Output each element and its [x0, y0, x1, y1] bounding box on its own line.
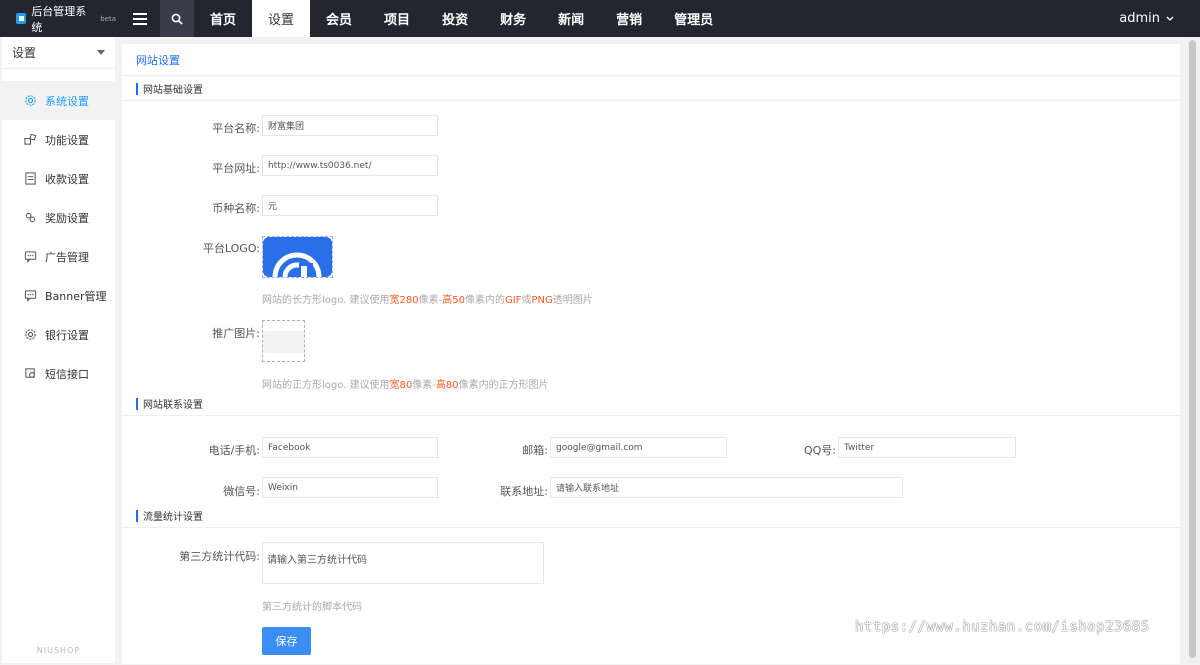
- sidebar-footer-logo: NIUSHOP: [36, 646, 81, 655]
- sidebar-item-label: 系统设置: [45, 94, 89, 108]
- promo-image-label: 推广图片:: [212, 327, 260, 340]
- scrollbar-thumb[interactable]: [1189, 40, 1196, 658]
- user-name: admin: [1119, 11, 1160, 26]
- sidebar-item-label: 功能设置: [45, 133, 89, 147]
- save-button[interactable]: 保存: [262, 627, 311, 655]
- logo-hint: 网站的长方形logo. 建议使用宽280像素-高50像素内的GIF或PNG透明图…: [262, 295, 593, 306]
- sidebar-item-system-settings[interactable]: 系统设置: [2, 81, 115, 120]
- user-menu[interactable]: admin: [1119, 0, 1200, 37]
- function-icon: [24, 133, 37, 145]
- gear-icon: [25, 329, 36, 340]
- vertical-scrollbar[interactable]: [1187, 37, 1198, 663]
- address-label: 联系地址:: [500, 485, 548, 498]
- wechat-input[interactable]: Weixin: [262, 477, 438, 498]
- gear-icon: [25, 95, 36, 106]
- nav-admins[interactable]: 管理员: [658, 0, 729, 37]
- nav-finance[interactable]: 财务: [484, 0, 542, 37]
- nav-news[interactable]: 新闻: [542, 0, 600, 37]
- section-title-stats: 流量统计设置: [122, 504, 1180, 528]
- platform-name-input[interactable]: 财富集团: [262, 115, 438, 136]
- main-content: 网站设置 网站基础设置 平台名称: 财富集团 平台网址: http://www.…: [122, 44, 1180, 664]
- nav-home[interactable]: 首页: [194, 0, 252, 37]
- platform-url-input[interactable]: http://www.ts0036.net/: [262, 155, 438, 176]
- search-icon[interactable]: [160, 0, 194, 37]
- document-icon: [25, 172, 36, 185]
- platform-logo-image: [263, 237, 332, 278]
- stats-code-textarea[interactable]: 请输入第三方统计代码: [262, 542, 544, 584]
- top-navbar: 后台管理系统 beta 首页 设置 会员 项目 投资 财务 新闻 营销 管理员 …: [0, 0, 1200, 37]
- promo-image-placeholder: [263, 331, 304, 353]
- promo-hint: 网站的正方形logo. 建议使用宽80像素-高80像素内的正方形图片: [262, 380, 549, 391]
- platform-logo-label: 平台LOGO:: [202, 242, 260, 255]
- qq-label: QQ号:: [803, 444, 836, 457]
- sidebar-item-function-settings[interactable]: 功能设置: [2, 120, 115, 159]
- wechat-label: 微信号:: [223, 485, 260, 498]
- nav-investment[interactable]: 投资: [426, 0, 484, 37]
- watermark-text: https://www.huzhan.com/ishop23685: [855, 619, 1150, 635]
- reward-icon: [25, 212, 36, 223]
- promo-image-upload[interactable]: [262, 320, 305, 362]
- section-title-basic: 网站基础设置: [122, 77, 1180, 101]
- sidebar-item-label: 银行设置: [45, 328, 89, 342]
- message-icon: [24, 290, 37, 302]
- email-input[interactable]: google@gmail.com: [550, 437, 727, 458]
- sidebar-item-label: Banner管理: [45, 289, 107, 303]
- email-label: 邮箱:: [522, 444, 548, 457]
- sidebar-header-label: 设置: [12, 46, 37, 60]
- sidebar-item-label: 奖励设置: [45, 211, 89, 225]
- caret-down-icon: [97, 50, 105, 55]
- nav-settings[interactable]: 设置: [252, 0, 311, 37]
- nav-members[interactable]: 会员: [310, 0, 368, 37]
- brand-title: 后台管理系统: [31, 4, 87, 34]
- message-icon: [24, 251, 37, 263]
- nav-projects[interactable]: 项目: [368, 0, 426, 37]
- brand-tag: beta: [100, 14, 116, 23]
- sidebar-item-reward-settings[interactable]: 奖励设置: [2, 198, 115, 237]
- currency-name-input[interactable]: 元: [262, 195, 438, 216]
- sidebar-item-ad-management[interactable]: 广告管理: [2, 237, 115, 276]
- address-input[interactable]: 请输入联系地址: [550, 477, 903, 498]
- sidebar-item-label: 收款设置: [45, 172, 89, 186]
- sms-icon: [25, 368, 35, 378]
- breadcrumb[interactable]: 网站设置: [122, 44, 1180, 76]
- sidebar: 设置 系统设置 功能设置 收款设置 奖励设置 广告管理 Banner管理 银行设…: [2, 37, 115, 663]
- sidebar-item-sms-interface[interactable]: 短信接口: [2, 354, 115, 393]
- platform-name-label: 平台名称:: [212, 122, 260, 135]
- stats-code-hint: 第三方统计的脚本代码: [262, 602, 362, 613]
- section-title-contact: 网站联系设置: [122, 392, 1180, 416]
- nav-marketing[interactable]: 营销: [600, 0, 658, 37]
- chevron-down-icon: [1166, 16, 1174, 21]
- qq-input[interactable]: Twitter: [838, 437, 1016, 458]
- sidebar-item-label: 广告管理: [45, 250, 89, 264]
- platform-logo-upload[interactable]: [262, 236, 333, 278]
- brand[interactable]: 后台管理系统 beta: [0, 0, 116, 37]
- sidebar-header[interactable]: 设置: [2, 37, 115, 69]
- main-nav: 首页 设置 会员 项目 投资 财务 新闻 营销 管理员: [194, 0, 729, 37]
- sidebar-item-banner-management[interactable]: Banner管理: [2, 276, 115, 315]
- menu-toggle-icon[interactable]: [120, 0, 160, 37]
- currency-name-label: 币种名称:: [212, 202, 260, 215]
- sidebar-item-label: 短信接口: [45, 367, 89, 381]
- phone-label: 电话/手机:: [208, 444, 260, 457]
- sidebar-item-payment-settings[interactable]: 收款设置: [2, 159, 115, 198]
- phone-input[interactable]: Facebook: [262, 437, 438, 458]
- stats-code-label: 第三方统计代码:: [179, 550, 260, 563]
- brand-logo-icon: [16, 13, 27, 24]
- sidebar-item-bank-settings[interactable]: 银行设置: [2, 315, 115, 354]
- platform-url-label: 平台网址:: [212, 162, 260, 175]
